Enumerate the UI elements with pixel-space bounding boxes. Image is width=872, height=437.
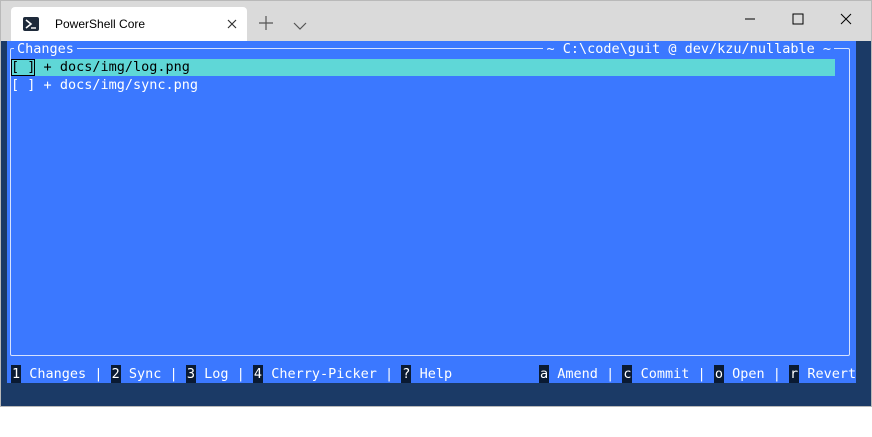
shortcut-key[interactable]: c xyxy=(622,365,633,383)
panel-frame xyxy=(10,48,850,356)
separator: | xyxy=(94,366,103,382)
window-close-icon[interactable] xyxy=(839,11,853,25)
change-status: + xyxy=(43,59,52,75)
list-item[interactable]: [ ] + docs/img/log.png xyxy=(11,59,835,76)
checkbox[interactable]: [ ] xyxy=(11,77,35,93)
checkbox[interactable]: [ ] xyxy=(11,59,36,76)
shortcut-revert[interactable]: Revert xyxy=(807,366,856,382)
shortcut-log[interactable]: Log xyxy=(204,366,228,382)
separator: | xyxy=(236,366,245,382)
separator: | xyxy=(606,366,615,382)
shortcut-sync[interactable]: Sync xyxy=(129,366,162,382)
shortcut-key[interactable]: 4 xyxy=(252,365,264,383)
maximize-icon[interactable] xyxy=(791,11,805,25)
separator: | xyxy=(697,366,706,382)
terminal-area[interactable]: Changes ~ C:\code\guit @ dev/kzu/nullabl… xyxy=(1,41,871,406)
tab-powershell[interactable]: PowerShell Core xyxy=(11,7,247,41)
plus-icon[interactable] xyxy=(259,15,273,30)
shortcut-key[interactable]: 1 xyxy=(11,365,22,383)
change-status: + xyxy=(43,77,52,93)
terminal-window: PowerShell Core Changes ~ C:\code\guit @… xyxy=(0,0,872,407)
change-file: docs/img/log.png xyxy=(59,59,190,75)
shortcut-open[interactable]: Open xyxy=(732,366,765,382)
shortcut-key[interactable]: ? xyxy=(401,365,412,383)
shortcut-key[interactable]: r xyxy=(789,365,800,383)
path-prefix: ~ xyxy=(546,41,555,57)
list-item[interactable]: [ ] + docs/img/sync.png xyxy=(11,77,835,94)
separator: | xyxy=(169,366,178,382)
powershell-icon xyxy=(23,17,39,31)
minimize-icon[interactable] xyxy=(743,11,757,25)
separator: | xyxy=(772,366,781,382)
repo-path-text: C:\code\guit @ dev/kzu/nullable xyxy=(562,41,815,57)
shortcut-key[interactable]: a xyxy=(539,365,550,383)
title-bar: PowerShell Core xyxy=(1,1,871,41)
view-shortcuts: 1 Changes | 2 Sync | 3 Log | 4 Cherry-Pi… xyxy=(11,365,452,383)
shortcut-changes[interactable]: Changes xyxy=(29,366,86,382)
chevron-down-icon[interactable] xyxy=(293,16,307,30)
close-icon[interactable] xyxy=(225,16,239,30)
shortcut-key[interactable]: o xyxy=(713,365,724,383)
separator: | xyxy=(385,366,394,382)
shortcut-key[interactable]: 3 xyxy=(185,365,196,383)
shortcut-commit[interactable]: Commit xyxy=(641,366,690,382)
path-suffix: ~ xyxy=(822,41,831,57)
shortcut-amend[interactable]: Amend xyxy=(557,366,598,382)
action-shortcuts: a Amend | c Commit | o Open | r Revert xyxy=(539,365,856,383)
tab-title: PowerShell Core xyxy=(55,17,146,31)
shortcut-key[interactable]: 2 xyxy=(110,365,121,383)
status-bar: 1 Changes | 2 Sync | 3 Log | 4 Cherry-Pi… xyxy=(7,365,856,383)
changes-panel: Changes ~ C:\code\guit @ dev/kzu/nullabl… xyxy=(7,41,856,383)
change-file: docs/img/sync.png xyxy=(59,77,198,93)
panel-title: Changes xyxy=(14,41,77,57)
shortcut-help[interactable]: Help xyxy=(420,366,453,382)
repo-path: ~ C:\code\guit @ dev/kzu/nullable ~ xyxy=(543,41,834,57)
shortcut-cherry-picker[interactable]: Cherry-Picker xyxy=(271,366,377,382)
